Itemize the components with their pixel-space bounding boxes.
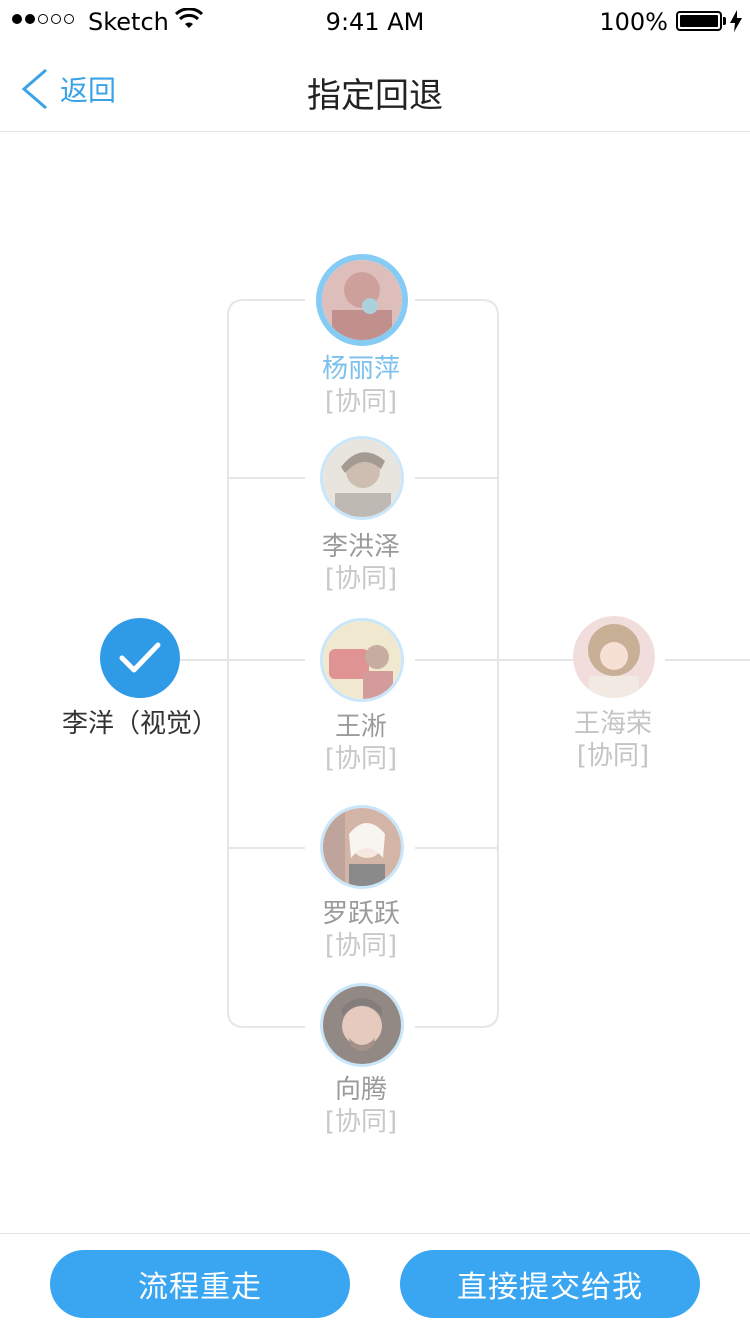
- page-title: 指定回退: [307, 76, 443, 116]
- branch-node-role: [协同]: [324, 744, 398, 774]
- charging-icon: [730, 10, 742, 32]
- avatar: [320, 436, 404, 520]
- redo-flow-button[interactable]: 流程重走: [50, 1250, 350, 1318]
- avatar: [316, 254, 408, 346]
- avatar: [573, 616, 655, 698]
- start-node-label: 李洋（视觉）: [61, 709, 218, 739]
- approval-flow: 李洋（视觉） 杨丽萍 [协同] 李洪泽 [协同] 王淅 [协同] 罗跃跃 [协同…: [0, 133, 750, 1233]
- next-node-role: [协同]: [576, 741, 650, 771]
- avatar: [320, 805, 404, 889]
- start-node-check[interactable]: [100, 618, 180, 698]
- branch-node-role: [协同]: [324, 1107, 398, 1137]
- avatar: [320, 983, 404, 1067]
- branch-node-role: [协同]: [324, 564, 398, 594]
- status-bar: Sketch 9:41 AM 100%: [0, 0, 750, 40]
- avatar: [320, 618, 404, 702]
- nav-bar: 返回 指定回退: [0, 40, 750, 132]
- battery-tip: [723, 17, 726, 25]
- submit-to-me-button[interactable]: 直接提交给我: [400, 1250, 700, 1318]
- bottom-action-bar: 流程重走 直接提交给我: [0, 1233, 750, 1334]
- branch-node-role: [协同]: [324, 931, 398, 961]
- battery-icon: [676, 11, 722, 31]
- battery-percent: 100%: [599, 8, 668, 36]
- branch-node-role: [协同]: [324, 387, 398, 417]
- branch-node-name: 杨丽萍: [321, 354, 400, 384]
- check-icon: [119, 642, 161, 673]
